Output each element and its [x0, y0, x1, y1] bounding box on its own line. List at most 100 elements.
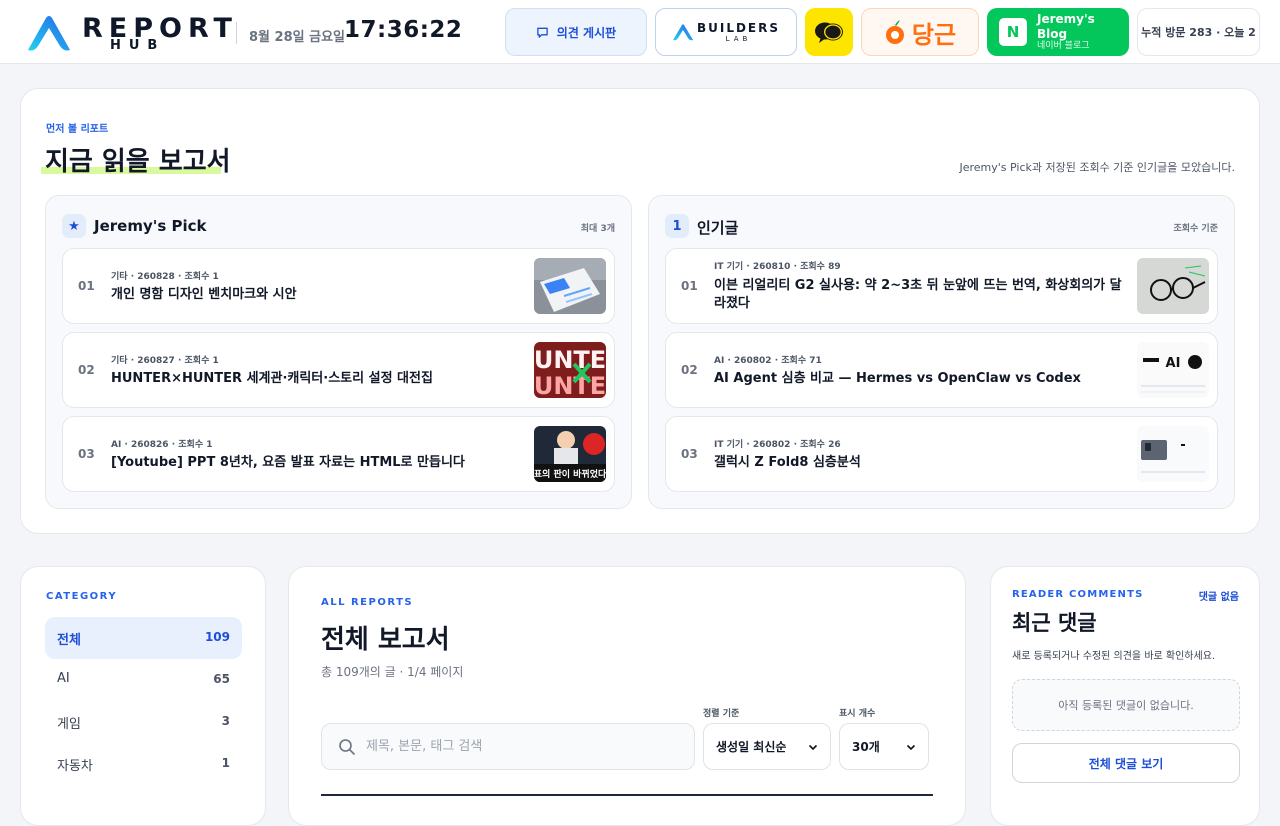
reports-title: 전체 보고서 — [321, 625, 450, 655]
item-title: 개인 명함 디자인 벤치마크와 시안 — [111, 287, 297, 302]
reader-comments-card: READER COMMENTS 댓글 없음 최근 댓글 새로 등록되거나 수정된… — [990, 566, 1260, 826]
kakao-button[interactable] — [805, 8, 853, 56]
item-number: 02 — [681, 363, 698, 377]
category-item-car[interactable]: 자동차 1 — [45, 743, 242, 785]
category-item-all[interactable]: 전체 109 — [45, 617, 242, 659]
comments-subtitle: 새로 등록되거나 수정된 의견을 바로 확인하세요. — [1012, 651, 1216, 662]
daangn-label: 당근 — [911, 20, 957, 49]
item-meta: AI · 260802 · 조회수 71 — [714, 356, 822, 366]
popular-item[interactable]: 03 IT 기기 · 260802 · 조회수 26 갤럭시 Z Fold8 심… — [665, 416, 1218, 492]
item-number: 01 — [681, 279, 698, 293]
view-all-comments-button[interactable]: 전체 댓글 보기 — [1012, 743, 1240, 783]
header-divider — [236, 22, 237, 44]
naver-blog-button[interactable]: N Jeremy's Blog 네이버 블로그 — [987, 8, 1129, 56]
count-label: 표시 개수 — [839, 709, 876, 719]
naver-n-icon: N — [999, 18, 1027, 46]
report-hub-logo[interactable]: REPORT HUB — [24, 12, 232, 54]
daangn-button[interactable]: 당근 — [861, 8, 979, 56]
panel-title: Jeremy's Pick — [94, 217, 207, 235]
thumb-text-top: UNTE — [534, 346, 606, 374]
pick-item[interactable]: 02 기타 · 260827 · 조회수 1 HUNTER×HUNTER 세계관… — [62, 332, 615, 408]
rank-badge: 1 — [665, 214, 689, 238]
jeremys-pick-panel: ★ Jeremy's Pick 최대 3개 01 기타 · 260828 · 조… — [45, 195, 632, 509]
item-thumbnail — [1137, 258, 1209, 314]
pick-item[interactable]: 01 기타 · 260828 · 조회수 1 개인 명함 디자인 벤치마크와 시… — [62, 248, 615, 324]
table-top-rule — [321, 794, 933, 796]
comments-eyebrow: READER COMMENTS — [1012, 589, 1144, 600]
builders-lab-button[interactable]: BUILDERS LAB — [655, 8, 797, 56]
item-thumbnail: 표의 판이 바뀌었다 — [534, 426, 606, 482]
reports-subtitle: 총 109개의 글 · 1/4 페이지 — [321, 665, 464, 679]
carrot-icon — [885, 20, 904, 44]
featured-title: 지금 읽을 보고서 — [45, 147, 231, 177]
comments-empty-state: 아직 등록된 댓글이 없습니다. — [1012, 679, 1240, 731]
blog-title: Jeremy's Blog — [1036, 12, 1095, 41]
category-item-game[interactable]: 게임 3 — [45, 701, 242, 743]
featured-eyebrow: 먼저 볼 리포트 — [46, 124, 109, 135]
category-card: CATEGORY 전체 109 AI 65 게임 3 자동차 1 — [20, 566, 266, 826]
item-number: 03 — [681, 447, 698, 461]
category-eyebrow: CATEGORY — [46, 591, 118, 602]
category-label: 자동차 — [57, 759, 93, 774]
thumb-ai-text: AI — [1166, 356, 1181, 371]
current-date: 8월 28일 금요일 — [249, 30, 345, 45]
item-title: 갤럭시 Z Fold8 심층분석 — [714, 455, 861, 470]
item-meta: 기타 · 260828 · 조회수 1 — [111, 272, 219, 282]
panel-note: 조회수 기준 — [1173, 224, 1218, 234]
comments-title: 최근 댓글 — [1012, 611, 1097, 635]
category-label: 전체 — [57, 633, 81, 648]
logo-text-hub: HUB — [110, 38, 166, 53]
item-title: [Youtube] PPT 8년차, 요즘 발표 자료는 HTML로 만듭니다 — [111, 455, 465, 470]
category-count: 3 — [221, 714, 230, 728]
sort-select[interactable]: 생성일 최신순 — [703, 723, 831, 770]
item-thumbnail — [1137, 426, 1209, 482]
count-select[interactable]: 30개 — [839, 723, 929, 770]
popular-item[interactable]: 02 AI · 260802 · 조회수 71 AI Agent 심층 비교 —… — [665, 332, 1218, 408]
category-count: 1 — [221, 756, 230, 770]
panel-note: 최대 3개 — [580, 224, 615, 234]
comments-status: 댓글 없음 — [1198, 592, 1239, 603]
item-meta: IT 기기 · 260810 · 조회수 89 — [714, 262, 841, 272]
star-icon: ★ — [62, 214, 86, 238]
builders-label: BUILDERS — [696, 20, 781, 35]
top-header: REPORT HUB 8월 28일 금요일 17:36:22 의견 게시판 BU… — [0, 0, 1280, 64]
chat-bubble-icon — [537, 27, 548, 38]
item-number: 03 — [78, 447, 95, 461]
all-reports-card: ALL REPORTS 전체 보고서 총 109개의 글 · 1/4 페이지 정… — [288, 566, 966, 826]
category-count: 109 — [204, 630, 230, 644]
pick-item[interactable]: 03 AI · 260826 · 조회수 1 [Youtube] PPT 8년차… — [62, 416, 615, 492]
count-value: 30개 — [852, 740, 880, 754]
current-time: 17:36:22 — [344, 17, 463, 43]
panel-header: 1 인기글 조회수 기준 — [665, 213, 1218, 239]
search-icon — [339, 739, 355, 755]
sort-value: 생성일 최신순 — [716, 740, 787, 754]
search-box — [321, 723, 695, 770]
chevron-down-icon — [808, 744, 818, 750]
visit-counter: 누적 방문 283 · 오늘 2 — [1137, 8, 1260, 56]
thumb-text-bottom: UNTE — [534, 372, 606, 398]
blog-subtitle: 네이버 블로그 — [1036, 40, 1090, 51]
search-input[interactable] — [366, 724, 686, 769]
feedback-board-label: 의견 게시판 — [556, 25, 617, 40]
thumb-caption: 표의 판이 바뀌었다 — [534, 468, 606, 480]
popular-item[interactable]: 01 IT 기기 · 260810 · 조회수 89 이븐 리얼리티 G2 실사… — [665, 248, 1218, 324]
feedback-board-button[interactable]: 의견 게시판 — [505, 8, 647, 56]
panel-header: ★ Jeremy's Pick 최대 3개 — [62, 213, 615, 239]
featured-section: 먼저 볼 리포트 지금 읽을 보고서 Jeremy's Pick과 저장된 조회… — [20, 88, 1260, 534]
sort-label: 정렬 기준 — [703, 709, 740, 719]
item-meta: IT 기기 · 260802 · 조회수 26 — [714, 440, 841, 450]
popular-panel: 1 인기글 조회수 기준 01 IT 기기 · 260810 · 조회수 89 … — [648, 195, 1235, 509]
item-thumbnail — [534, 258, 606, 314]
item-number: 02 — [78, 363, 95, 377]
category-item-ai[interactable]: AI 65 — [45, 659, 242, 701]
item-meta: 기타 · 260827 · 조회수 1 — [111, 356, 219, 366]
item-thumbnail: AI — [1137, 342, 1209, 398]
featured-subtitle: Jeremy's Pick과 저장된 조회수 기준 인기글을 모았습니다. — [959, 161, 1235, 174]
category-count: 65 — [213, 672, 230, 686]
item-title: AI Agent 심층 비교 — Hermes vs OpenClaw vs C… — [714, 371, 1081, 386]
builders-sub-label: LAB — [725, 34, 752, 43]
item-title: 이븐 리얼리티 G2 실사용: 약 2~3초 뒤 눈앞에 뜨는 번역, 화상회의… — [714, 278, 1122, 312]
category-label: 게임 — [57, 717, 81, 732]
item-thumbnail: UNTE UNTE — [534, 342, 606, 398]
item-title: HUNTER×HUNTER 세계관·캐릭터·스토리 설정 대전집 — [111, 371, 433, 386]
